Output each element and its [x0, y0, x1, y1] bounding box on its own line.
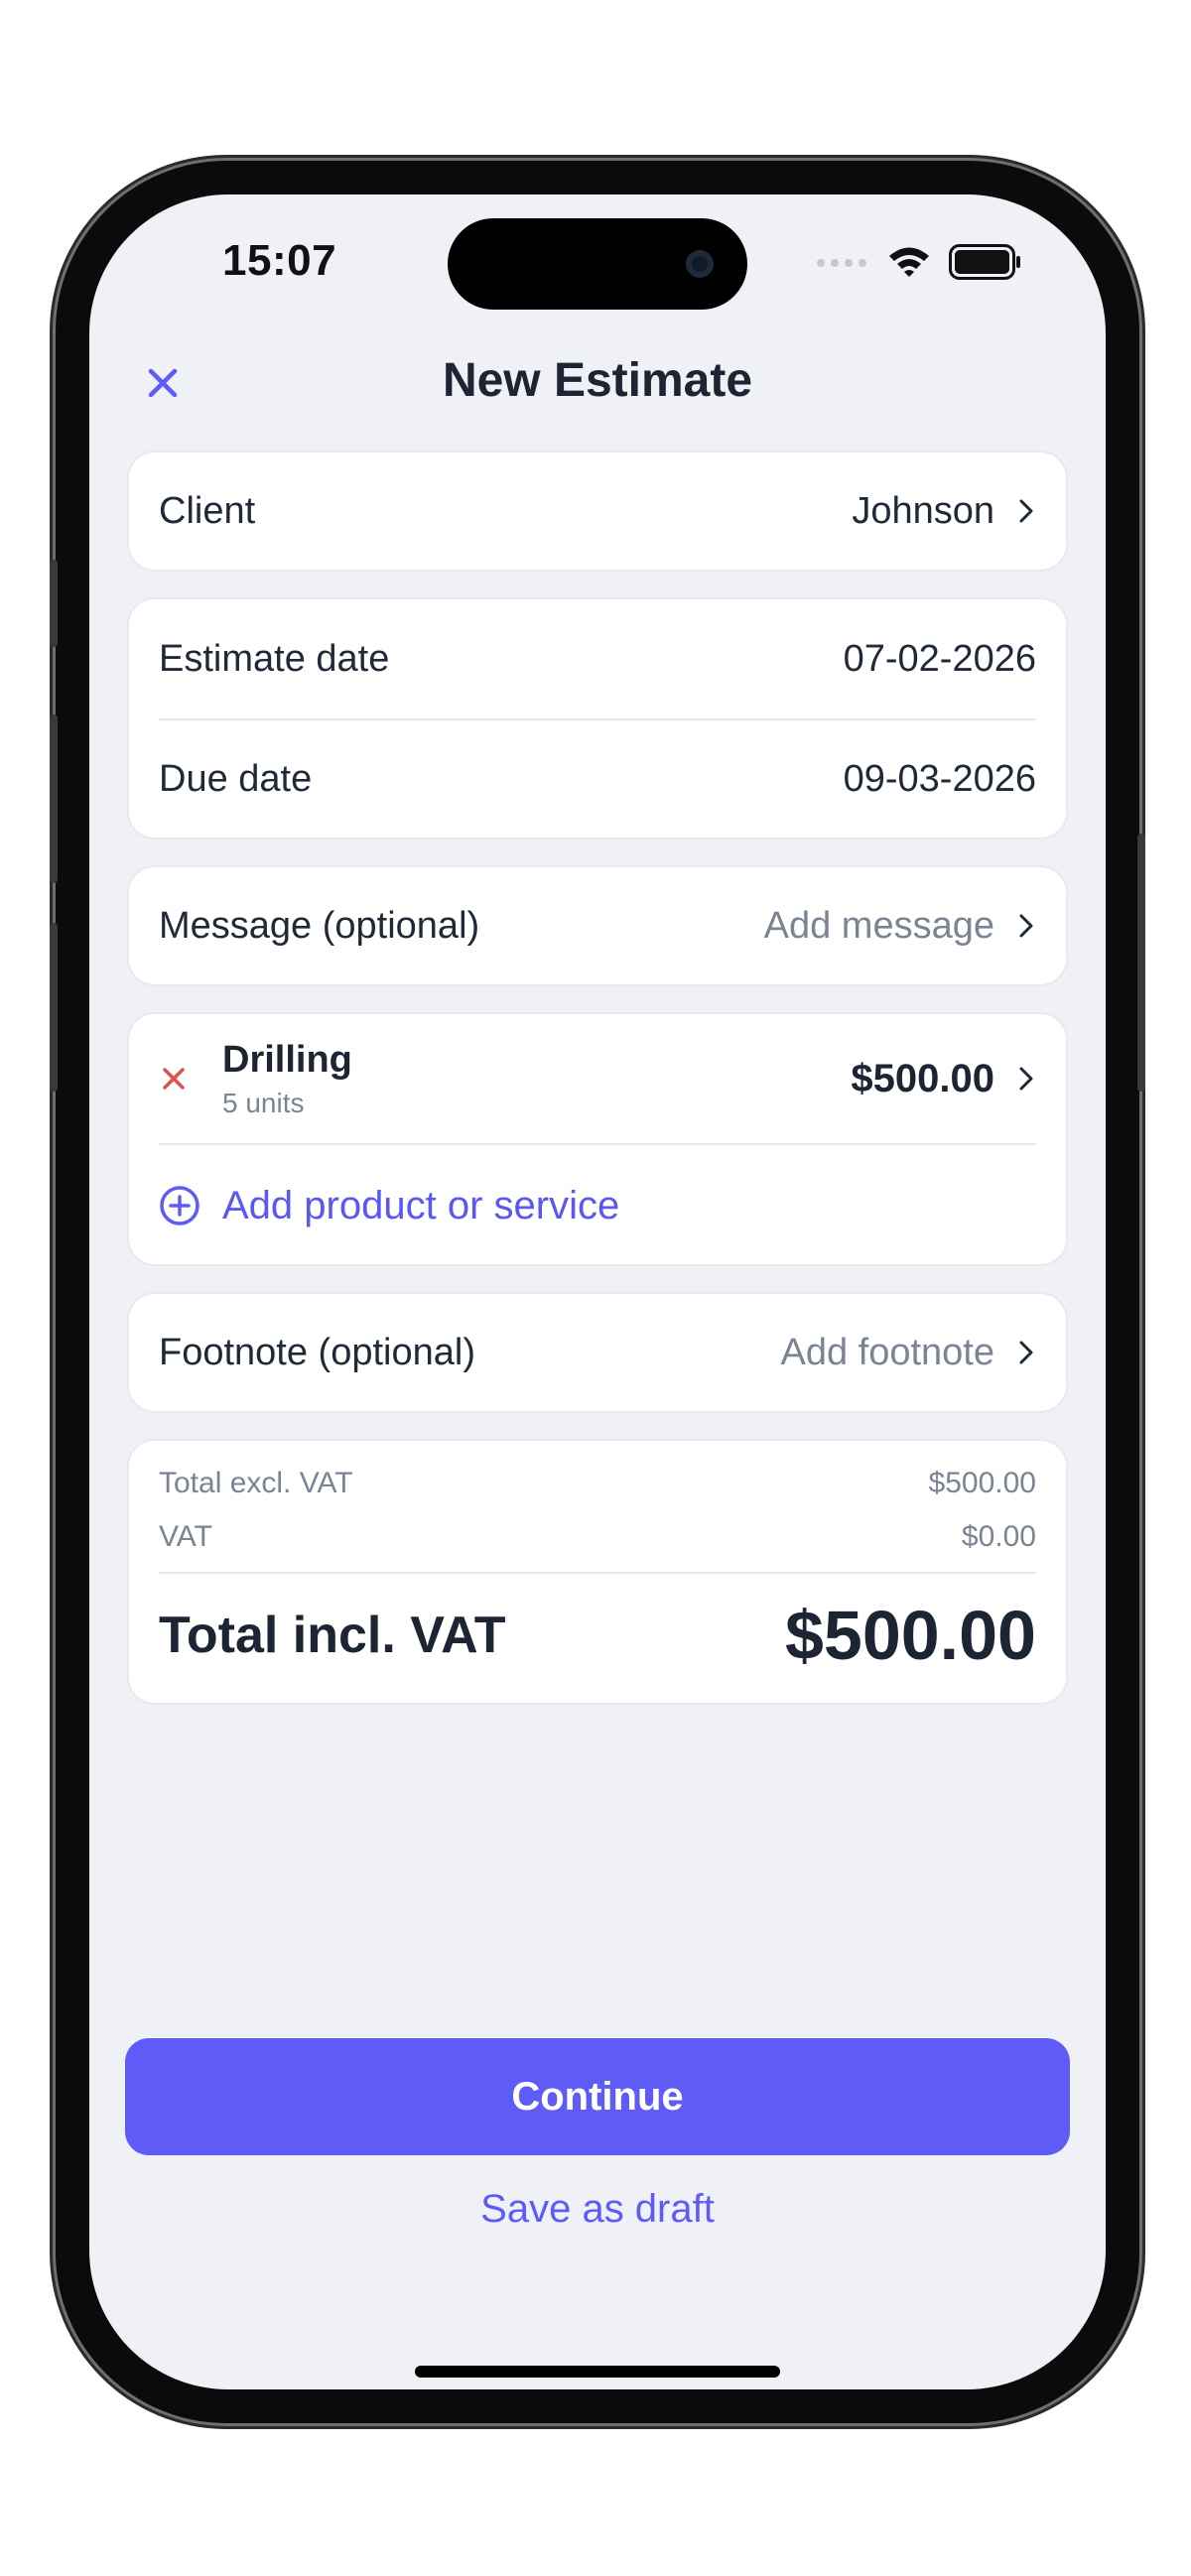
- total-incl-row: Total incl. VAT $500.00: [129, 1574, 1066, 1697]
- item-quantity: 5 units: [222, 1087, 305, 1118]
- due-date-value: 09-03-2026: [843, 757, 1036, 800]
- add-product-button[interactable]: Add product or service: [129, 1145, 1066, 1266]
- home-indicator[interactable]: [415, 2366, 780, 2378]
- estimate-date-value: 07-02-2026: [843, 637, 1036, 680]
- vat-label: VAT: [159, 1520, 212, 1553]
- client-card[interactable]: Client Johnson: [127, 451, 1068, 572]
- line-items-card: Drilling 5 units $500.00 Add product or …: [127, 1012, 1068, 1266]
- page-title: New Estimate: [442, 354, 753, 407]
- footnote-card[interactable]: Footnote (optional) Add footnote: [127, 1292, 1068, 1413]
- chevron-right-icon: [1019, 914, 1033, 938]
- remove-item-icon[interactable]: [159, 1064, 189, 1094]
- save-draft-button[interactable]: Save as draft: [89, 2187, 1106, 2232]
- phone-side-button: [1137, 834, 1145, 1092]
- total-excl-label: Total excl. VAT: [159, 1467, 353, 1499]
- chevron-right-icon: [1019, 1341, 1033, 1364]
- total-incl-value: $500.00: [784, 1597, 1036, 1674]
- estimate-date-row[interactable]: Estimate date 07-02-2026: [129, 599, 1066, 718]
- due-date-label: Due date: [159, 757, 313, 800]
- status-icons: [816, 244, 1022, 280]
- item-name: Drilling: [222, 1038, 352, 1081]
- add-product-label: Add product or service: [222, 1183, 620, 1227]
- client-value: Johnson: [852, 489, 994, 532]
- footnote-label: Footnote (optional): [159, 1331, 475, 1373]
- client-label: Client: [159, 489, 256, 532]
- total-excl-value: $500.00: [928, 1467, 1036, 1499]
- total-excl-row: Total excl. VAT $500.00: [129, 1467, 1066, 1500]
- vat-row: VAT $0.00: [129, 1520, 1066, 1554]
- message-card[interactable]: Message (optional) Add message: [127, 865, 1068, 986]
- footnote-placeholder: Add footnote: [780, 1331, 994, 1373]
- battery-icon: [949, 244, 1020, 280]
- message-label: Message (optional): [159, 904, 480, 947]
- item-price: $500.00: [851, 1056, 994, 1100]
- cellular-signal-icon: [817, 259, 866, 267]
- chevron-right-icon: [1019, 499, 1033, 523]
- totals-card: Total excl. VAT $500.00 VAT $0.00 Total …: [127, 1439, 1068, 1705]
- continue-button[interactable]: Continue: [125, 2038, 1070, 2155]
- dates-card: Estimate date 07-02-2026 Due date 09-03-…: [127, 597, 1068, 839]
- phone-side-button: [50, 560, 58, 647]
- chevron-right-icon: [1019, 1067, 1033, 1091]
- phone-side-button: [50, 923, 58, 1092]
- phone-side-button: [50, 714, 58, 883]
- status-time: 15:07: [222, 236, 337, 285]
- app-screen: 15:07 New Estimate Client Johnson Estima…: [89, 194, 1106, 2389]
- vat-value: $0.00: [961, 1520, 1036, 1553]
- estimate-date-label: Estimate date: [159, 637, 390, 680]
- wifi-icon: [889, 247, 929, 277]
- total-incl-label: Total incl. VAT: [159, 1607, 506, 1664]
- due-date-row[interactable]: Due date 09-03-2026: [129, 720, 1066, 837]
- message-placeholder: Add message: [763, 904, 994, 947]
- line-item[interactable]: Drilling 5 units $500.00: [129, 1014, 1066, 1143]
- dynamic-island: [448, 218, 747, 310]
- plus-circle-icon: [160, 1186, 199, 1225]
